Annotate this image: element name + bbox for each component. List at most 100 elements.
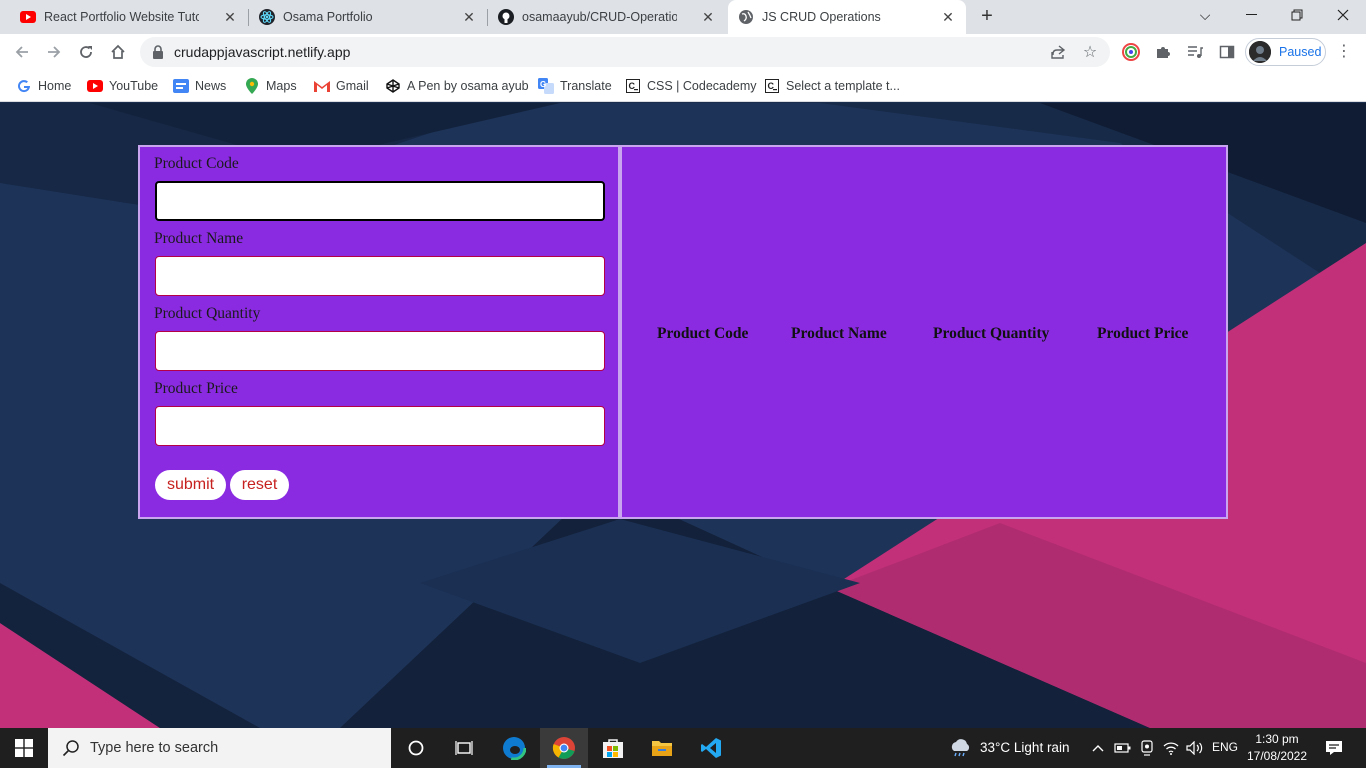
product-price-label: Product Price <box>154 380 238 397</box>
task-view-icon[interactable] <box>440 728 488 768</box>
avatar <box>1249 41 1271 63</box>
reset-button[interactable]: reset <box>230 470 289 500</box>
bookmark-label: CSS | Codecademy <box>647 79 757 93</box>
forward-arrow-icon[interactable] <box>42 40 66 64</box>
codepen-icon <box>385 78 401 94</box>
volume-icon[interactable] <box>1186 739 1204 757</box>
tab-title: React Portfolio Website Tutorial F <box>44 10 199 24</box>
kebab-menu-icon[interactable]: ⋮ <box>1335 43 1353 61</box>
bookmark-label: Translate <box>560 79 612 93</box>
chevron-up-icon[interactable] <box>1089 739 1107 757</box>
battery-icon[interactable] <box>1114 739 1132 757</box>
product-quantity-input[interactable] <box>155 331 605 371</box>
product-quantity-label: Product Quantity <box>154 305 261 322</box>
tab-react-portfolio[interactable]: React Portfolio Website Tutorial F ✕ <box>10 0 248 34</box>
close-icon[interactable]: ✕ <box>461 9 477 25</box>
address-bar[interactable]: crudappjavascript.netlify.app ☆ <box>140 37 1110 67</box>
cortana-icon[interactable] <box>392 728 440 768</box>
bookmark-translate[interactable]: G Translate <box>538 76 612 96</box>
vscode-icon[interactable] <box>687 728 735 768</box>
clock-date: 17/08/2022 <box>1246 749 1308 763</box>
weather-cloud-rain-icon[interactable] <box>948 739 972 757</box>
clock[interactable]: 1:30 pm 17/08/2022 <box>1246 731 1308 765</box>
submit-button[interactable]: submit <box>155 470 226 500</box>
browser-toolbar: crudappjavascript.netlify.app ☆ Paused ⋮ <box>0 34 1366 70</box>
tab-search-chevron-icon[interactable]: ⌵ <box>1182 0 1228 30</box>
bookmark-label: Gmail <box>336 79 369 93</box>
bookmark-youtube[interactable]: YouTube <box>87 76 158 96</box>
bookmark-label: Maps <box>266 79 297 93</box>
github-icon <box>498 9 514 25</box>
url-text[interactable]: crudappjavascript.netlify.app <box>174 44 350 60</box>
tab-osama-portfolio[interactable]: Osama Portfolio ✕ <box>249 0 487 34</box>
close-icon[interactable]: ✕ <box>700 9 716 25</box>
home-icon[interactable] <box>106 40 130 64</box>
product-form: Product Code Product Name Product Quanti… <box>138 145 620 519</box>
tab-js-crud-operations[interactable]: JS CRUD Operations ✕ <box>728 0 966 34</box>
media-queue-icon[interactable] <box>1186 43 1204 61</box>
chrome-icon[interactable] <box>540 728 588 768</box>
close-icon[interactable]: ✕ <box>222 9 238 25</box>
page-viewport: Product Code Product Name Product Quanti… <box>0 103 1366 728</box>
bookmark-home[interactable]: Home <box>16 76 71 96</box>
codecademy-icon: C <box>764 78 780 94</box>
translate-icon: G <box>538 78 554 94</box>
lock-icon[interactable] <box>152 45 164 64</box>
browser-tab-strip: React Portfolio Website Tutorial F ✕ Osa… <box>0 0 1366 34</box>
close-window-button[interactable] <box>1320 0 1366 30</box>
google-icon <box>16 78 32 94</box>
side-panel-icon[interactable] <box>1218 43 1236 61</box>
tab-title: JS CRUD Operations <box>762 10 881 24</box>
color-picker-extension-icon[interactable] <box>1122 43 1140 61</box>
bookmark-select-template[interactable]: C Select a template t... <box>764 76 900 96</box>
weather-text[interactable]: 33°C Light rain <box>980 740 1069 755</box>
notifications-icon[interactable] <box>1324 739 1344 757</box>
product-code-input[interactable] <box>155 181 605 221</box>
product-code-label: Product Code <box>154 155 239 172</box>
bookmark-star-icon[interactable]: ☆ <box>1082 44 1098 61</box>
edge-icon[interactable] <box>490 728 538 768</box>
bookmark-label: News <box>195 79 227 93</box>
close-icon[interactable]: ✕ <box>940 9 956 25</box>
search-icon <box>62 739 80 757</box>
bookmark-maps[interactable]: Maps <box>244 76 297 96</box>
bookmark-gmail[interactable]: Gmail <box>314 76 369 96</box>
bookmark-codepen[interactable]: A Pen by osama ayub <box>385 76 529 96</box>
bookmark-news[interactable]: News <box>173 76 226 96</box>
minimize-button[interactable] <box>1228 0 1274 30</box>
product-table: Product Code Product Name Product Quanti… <box>620 145 1228 519</box>
product-price-input[interactable] <box>155 406 605 446</box>
meet-now-icon[interactable] <box>1138 739 1156 757</box>
new-tab-button[interactable]: + <box>976 5 998 27</box>
search-placeholder: Type here to search <box>90 740 219 756</box>
reload-icon[interactable] <box>74 40 98 64</box>
bookmark-label: YouTube <box>109 79 159 93</box>
bookmarks-bar: Home YouTube News Maps Gmail A Pen by os… <box>0 70 1366 102</box>
restore-button[interactable] <box>1274 0 1320 30</box>
extensions-puzzle-icon[interactable] <box>1154 43 1172 61</box>
gmail-icon <box>314 78 330 94</box>
svg-text:G: G <box>540 80 546 89</box>
taskbar-search-box[interactable]: Type here to search <box>48 728 391 768</box>
tab-github-crud[interactable]: osamaayub/CRUD-Operation-Ap ✕ <box>488 0 726 34</box>
windows-taskbar: Type here to search 33°C Light rain ENG <box>0 728 1366 768</box>
wifi-icon[interactable] <box>1162 739 1180 757</box>
language-indicator[interactable]: ENG <box>1212 740 1238 754</box>
back-arrow-icon[interactable] <box>10 40 34 64</box>
file-explorer-icon[interactable] <box>638 728 686 768</box>
profile-button[interactable]: Paused <box>1245 38 1326 66</box>
column-header-product-name: Product Name <box>791 325 887 342</box>
product-name-input[interactable] <box>155 256 605 296</box>
column-header-product-quantity: Product Quantity <box>933 325 1050 342</box>
bookmark-css-codecademy[interactable]: C CSS | Codecademy <box>625 76 757 96</box>
bookmark-label: Select a template t... <box>786 79 900 93</box>
share-icon[interactable] <box>1050 44 1066 60</box>
youtube-icon <box>20 9 36 25</box>
windows-start-icon[interactable] <box>0 728 48 768</box>
react-icon <box>259 9 275 25</box>
youtube-icon <box>87 78 103 94</box>
microsoft-store-icon[interactable] <box>589 728 637 768</box>
profile-status: Paused <box>1279 45 1322 59</box>
column-header-product-code: Product Code <box>657 325 749 342</box>
maps-icon <box>244 78 260 94</box>
